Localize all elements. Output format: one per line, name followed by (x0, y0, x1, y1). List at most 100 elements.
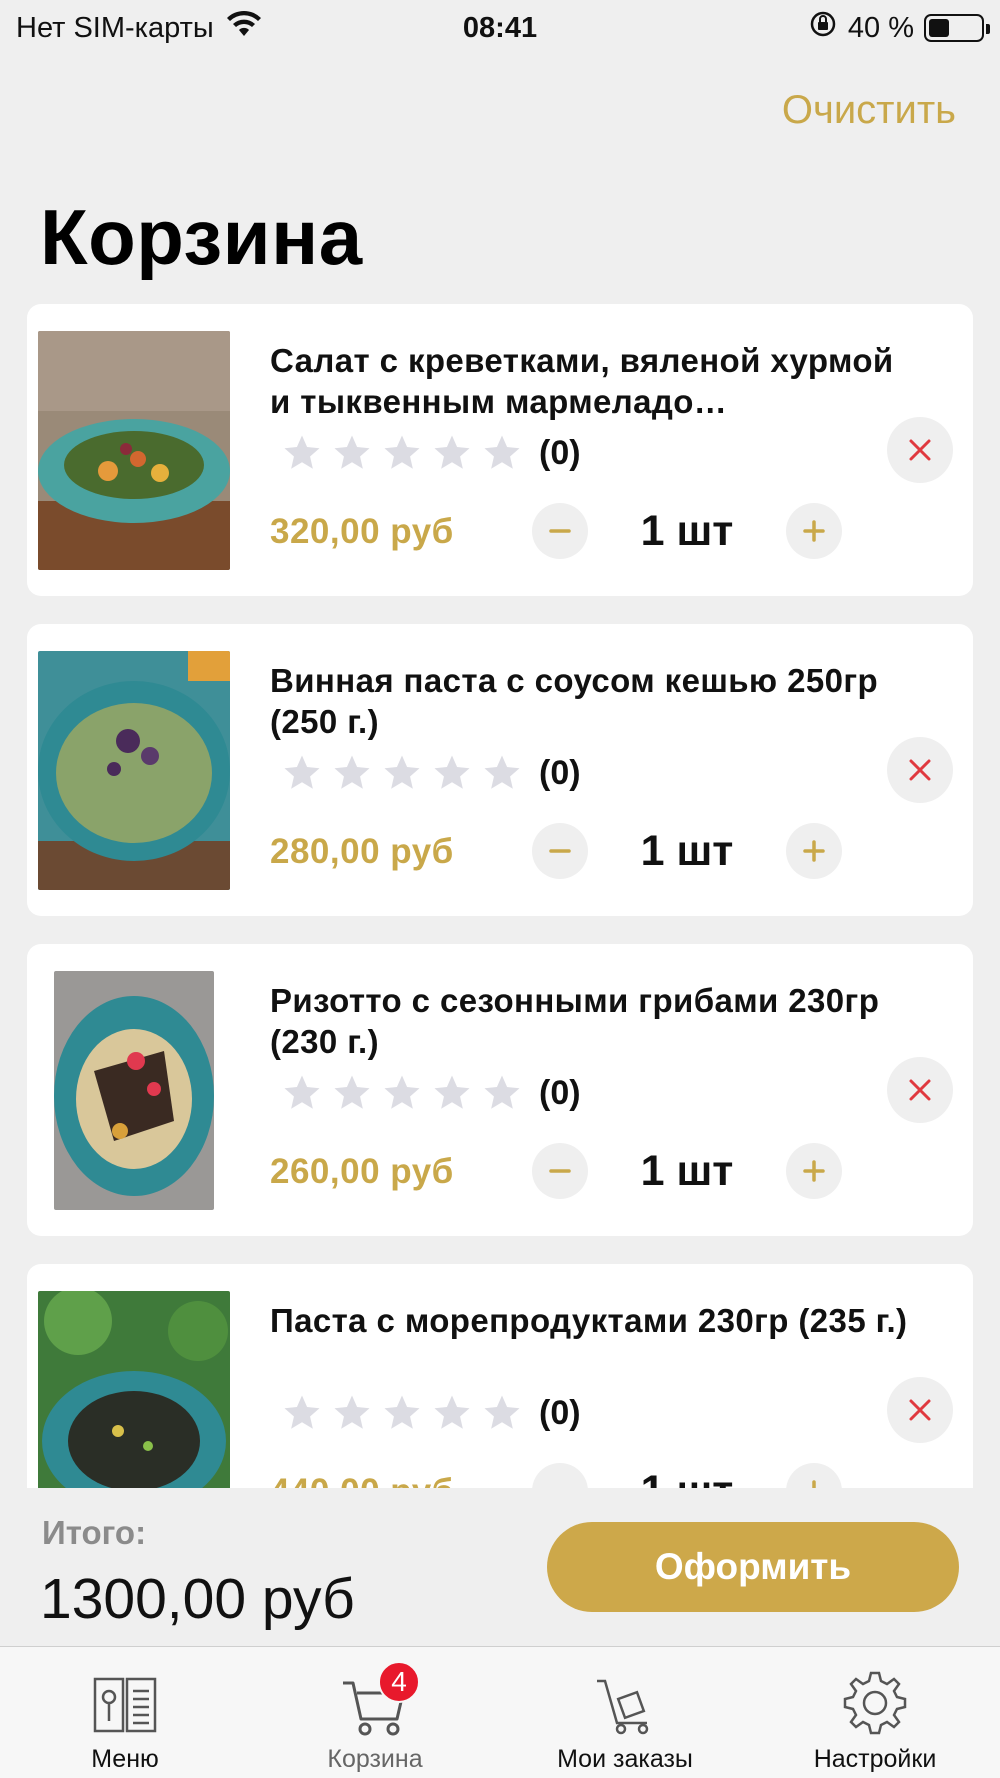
star-icon[interactable] (431, 752, 473, 794)
minus-icon (549, 1169, 571, 1173)
decrease-quantity-button[interactable] (532, 503, 588, 559)
rating-count: (0) (539, 1393, 581, 1432)
rating: (0) (281, 1072, 581, 1114)
tab-label: Мои заказы (557, 1745, 693, 1773)
star-icon[interactable] (381, 432, 423, 474)
remove-item-button[interactable] (887, 1057, 953, 1123)
close-icon (909, 1399, 931, 1421)
item-price: 260,00 руб (270, 1152, 454, 1191)
star-icon[interactable] (381, 1072, 423, 1114)
battery-level (929, 19, 949, 37)
status-left: Нет SIM-карты (16, 10, 262, 46)
total-label: Итого: (42, 1514, 147, 1551)
plus-icon (803, 1160, 825, 1182)
star-icon[interactable] (281, 1072, 323, 1114)
dish-name: Салат с креветками, вяленой хурмой и тык… (270, 342, 894, 420)
increase-quantity-button[interactable] (786, 503, 842, 559)
star-icon[interactable] (381, 1392, 423, 1434)
battery-icon (924, 14, 990, 42)
tab-bar: Меню 4 Корзина Мои заказы Настройки (0, 1646, 1000, 1778)
tab-orders[interactable]: Мои заказы (500, 1647, 750, 1778)
rating: (0) (281, 752, 581, 794)
menu-book-icon (87, 1665, 163, 1741)
dish-name: Ризотто с сезонными грибами 230гр (230 г… (270, 982, 880, 1060)
star-icon[interactable] (381, 752, 423, 794)
decrease-quantity-button[interactable] (532, 1463, 588, 1488)
item-quantity: 1 шт (640, 507, 734, 555)
item-price: 440,00 руб (270, 1472, 454, 1488)
star-icon[interactable] (481, 432, 523, 474)
dish-photo (38, 1291, 230, 1488)
tab-cart[interactable]: 4 Корзина (250, 1647, 500, 1778)
rating-count: (0) (539, 433, 581, 472)
increase-quantity-button[interactable] (786, 823, 842, 879)
minus-icon (549, 849, 571, 853)
carrier-text: Нет SIM-карты (16, 11, 214, 44)
tab-label: Настройки (813, 1745, 937, 1773)
star-icon[interactable] (281, 432, 323, 474)
checkout-button[interactable]: Оформить (547, 1522, 959, 1612)
plus-icon (803, 520, 825, 542)
increase-quantity-button[interactable] (786, 1463, 842, 1488)
remove-item-button[interactable] (887, 1377, 953, 1443)
plus-icon (803, 840, 825, 862)
tab-settings[interactable]: Настройки (750, 1647, 1000, 1778)
dish-name: Винная паста с соусом кешью 250гр (250 г… (270, 662, 879, 740)
cart-item[interactable]: Салат с креветками, вяленой хурмой и тык… (27, 304, 973, 596)
total-value: 1300,00 руб (40, 1567, 355, 1631)
close-icon (909, 759, 931, 781)
star-icon[interactable] (281, 1392, 323, 1434)
item-price: 280,00 руб (270, 832, 454, 871)
plus-icon (812, 1480, 816, 1488)
cart-count-badge: 4 (378, 1661, 420, 1703)
cart-item[interactable]: Паста с морепродуктами 230гр (235 г.) (0… (27, 1264, 973, 1488)
star-icon[interactable] (481, 1072, 523, 1114)
wifi-icon (226, 10, 262, 46)
status-bar: Нет SIM-карты 08:41 40 % (0, 0, 1000, 56)
dish-name: Паста с морепродуктами 230гр (235 г.) (270, 1302, 908, 1339)
minus-icon (546, 1477, 574, 1488)
star-icon[interactable] (431, 432, 473, 474)
dish-photo (38, 651, 230, 890)
item-quantity: 1 шт (640, 827, 734, 875)
rating-count: (0) (539, 753, 581, 792)
close-icon (909, 439, 931, 461)
remove-item-button[interactable] (887, 737, 953, 803)
item-price: 320,00 руб (270, 512, 454, 551)
rating: (0) (281, 432, 581, 474)
tab-menu[interactable]: Меню (0, 1647, 250, 1778)
increase-quantity-button[interactable] (786, 1143, 842, 1199)
star-icon[interactable] (331, 1392, 373, 1434)
star-icon[interactable] (331, 1072, 373, 1114)
item-quantity: 1 шт (640, 1147, 734, 1195)
star-icon[interactable] (331, 432, 373, 474)
item-quantity: 1 шт (588, 1467, 786, 1488)
cart-item[interactable]: Ризотто с сезонными грибами 230гр (230 г… (27, 944, 973, 1236)
star-icon[interactable] (431, 1392, 473, 1434)
status-right: 40 % (808, 9, 990, 47)
battery-percent: 40 % (847, 11, 914, 44)
page-title: Корзина (40, 193, 363, 281)
tab-label: Меню (91, 1745, 159, 1773)
clear-cart-button[interactable]: Очистить (782, 88, 956, 133)
dish-photo (54, 971, 214, 1210)
star-icon[interactable] (481, 752, 523, 794)
close-icon (909, 1079, 931, 1101)
star-icon[interactable] (331, 752, 373, 794)
minus-icon (549, 529, 571, 533)
tab-label: Корзина (327, 1745, 423, 1773)
star-icon[interactable] (431, 1072, 473, 1114)
star-icon[interactable] (281, 752, 323, 794)
gear-icon (837, 1665, 913, 1741)
cart-item[interactable]: Винная паста с соусом кешью 250гр (250 г… (27, 624, 973, 916)
star-icon[interactable] (481, 1392, 523, 1434)
rating: (0) (281, 1392, 581, 1434)
remove-item-button[interactable] (887, 417, 953, 483)
order-summary: Итого: 1300,00 руб Оформить (0, 1488, 1000, 1646)
cart-list[interactable]: Салат с креветками, вяленой хурмой и тык… (27, 304, 973, 1488)
rotation-lock-icon (808, 9, 838, 47)
orders-icon (587, 1665, 663, 1741)
rating-count: (0) (539, 1073, 581, 1112)
decrease-quantity-button[interactable] (532, 1143, 588, 1199)
decrease-quantity-button[interactable] (532, 823, 588, 879)
